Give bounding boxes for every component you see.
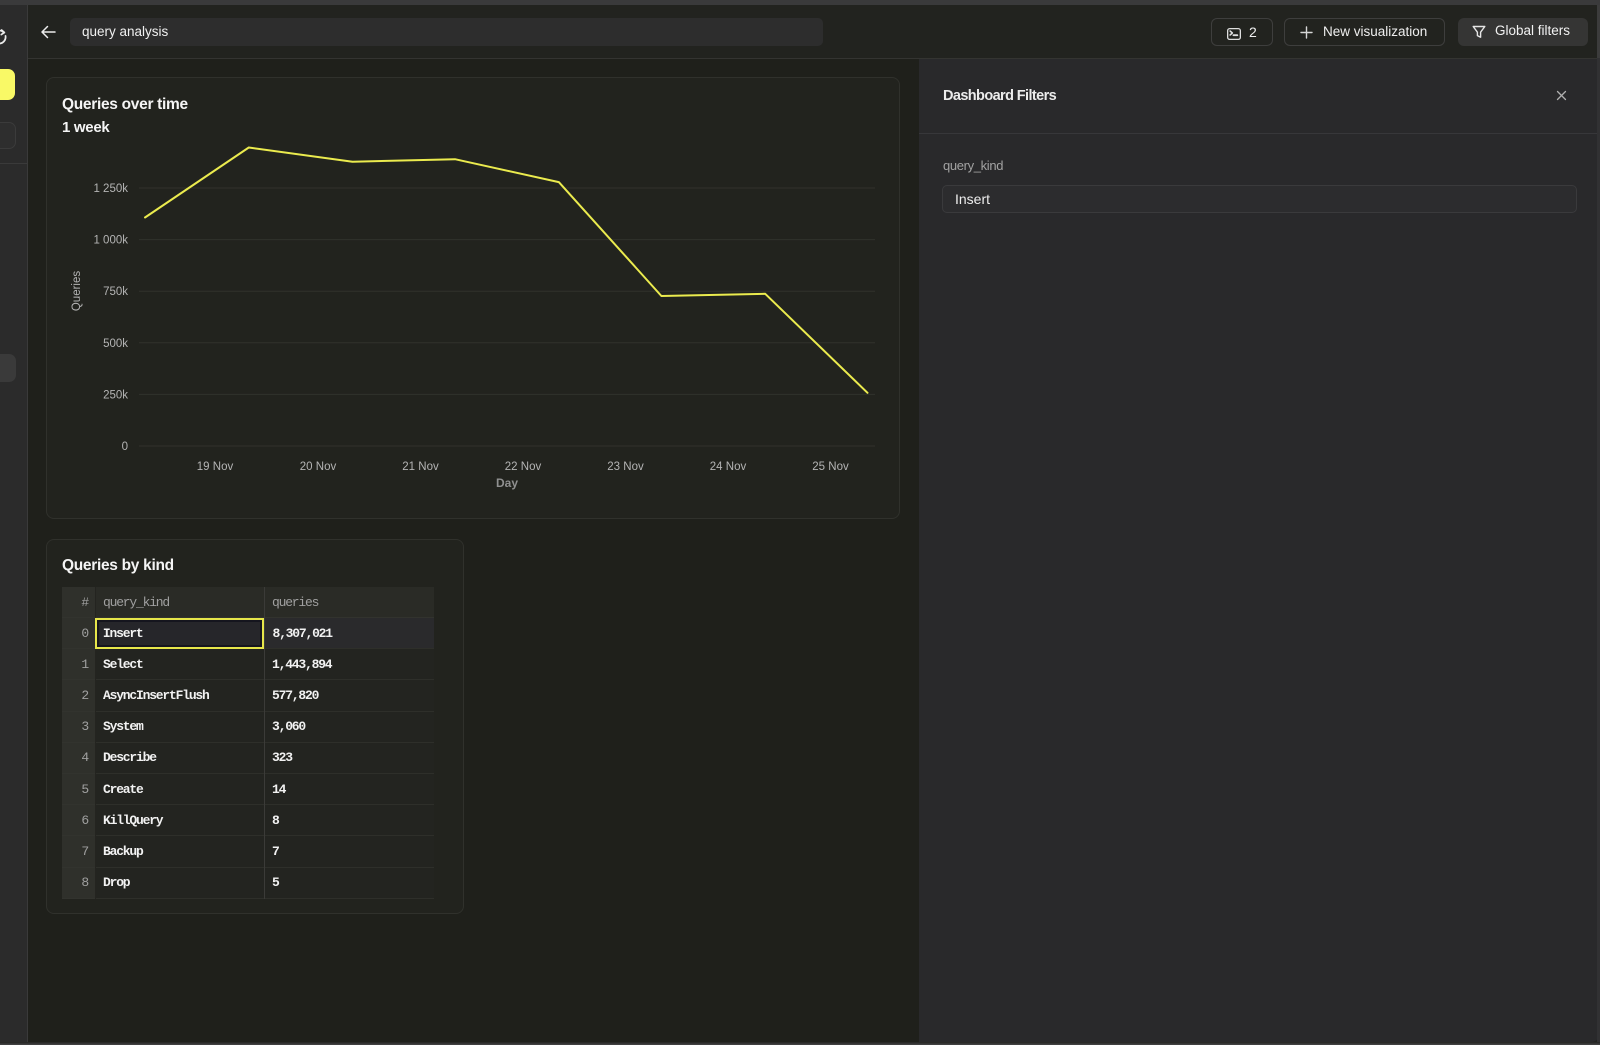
svg-text:0: 0 [122,441,128,453]
svg-text:24 Nov: 24 Nov [710,461,747,473]
svg-text:500k: 500k [103,338,128,350]
svg-text:23 Nov: 23 Nov [607,461,644,473]
svg-text:Day: Day [496,476,518,490]
svg-text:19 Nov: 19 Nov [197,461,234,473]
svg-text:750k: 750k [103,286,128,298]
svg-text:25 Nov: 25 Nov [812,461,849,473]
svg-text:21 Nov: 21 Nov [402,461,439,473]
svg-text:20 Nov: 20 Nov [300,461,337,473]
svg-text:Queries: Queries [71,271,83,312]
svg-text:250k: 250k [103,389,128,401]
svg-text:22 Nov: 22 Nov [505,461,542,473]
svg-text:1 000k: 1 000k [93,235,128,247]
svg-text:1 250k: 1 250k [93,183,128,195]
